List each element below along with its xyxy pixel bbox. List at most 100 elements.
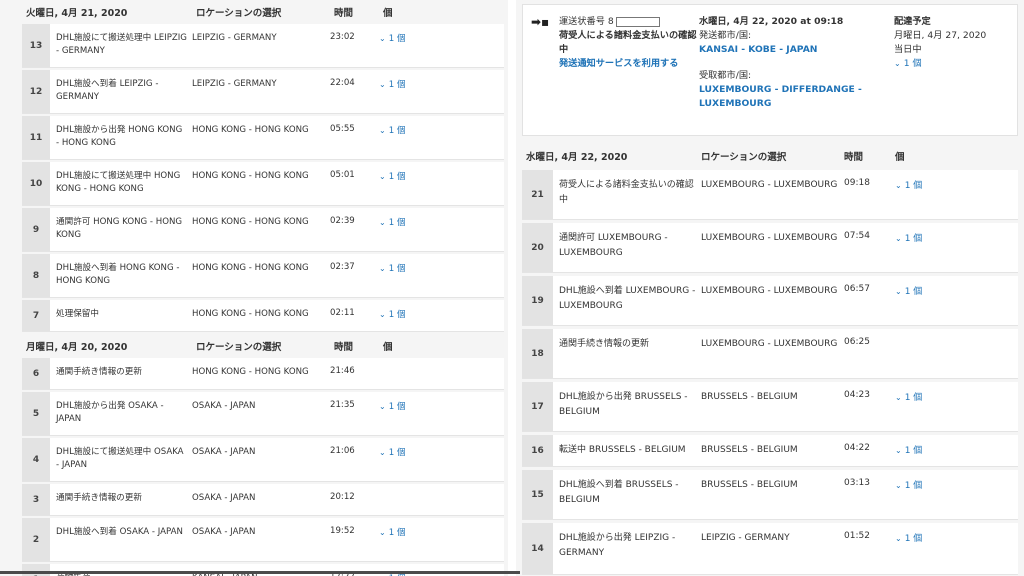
chevron-down-icon: ⌄ bbox=[895, 446, 902, 455]
chevron-down-icon: ⌄ bbox=[379, 80, 386, 89]
chevron-down-icon: ⌄ bbox=[895, 534, 902, 543]
checkpoint-location: BRUSSELS - BELGIUM bbox=[701, 480, 798, 490]
horizontal-scrollbar[interactable] bbox=[0, 571, 520, 574]
checkpoint-number: 17 bbox=[522, 382, 553, 431]
chevron-down-icon: ⌄ bbox=[379, 528, 386, 537]
checkpoint-description: DHL施設から出発 BRUSSELS - BELGIUM bbox=[559, 392, 688, 417]
eta-date: 月曜日, 4月 27, 2020 bbox=[894, 30, 987, 41]
checkpoint-time: 23:02 bbox=[330, 32, 355, 42]
pieces-toggle[interactable]: ⌄1 個 bbox=[379, 300, 504, 331]
checkpoint-number: 5 bbox=[22, 392, 50, 435]
pieces-count: 1 個 bbox=[904, 534, 923, 544]
group-header: 水曜日, 4月 22, 2020 ロケーションの選択 時間 個 bbox=[516, 142, 1024, 170]
checkpoint-row: 17 DHL施設から出発 BRUSSELS - BELGIUM BRUSSELS -… bbox=[522, 382, 1018, 432]
column-header-pieces: 個 bbox=[383, 342, 393, 353]
checkpoint-time: 21:06 bbox=[330, 446, 355, 456]
checkpoint-description: DHL施設にて搬送処理中 LEIPZIG - GERMANY bbox=[56, 33, 187, 56]
checkpoint-time: 07:54 bbox=[844, 231, 870, 241]
checkpoint-number: 20 bbox=[522, 223, 553, 272]
checkpoint-row: 13 DHL施設にて搬送処理中 LEIPZIG - GERMANY LEIPZIG … bbox=[22, 24, 504, 68]
pieces-toggle[interactable]: ⌄1 個 bbox=[379, 254, 504, 297]
checkpoint-time: 05:01 bbox=[330, 170, 355, 180]
checkpoint-time: 04:23 bbox=[844, 390, 870, 400]
column-header-time: 時間 bbox=[334, 342, 354, 353]
pieces-toggle[interactable]: ⌄1 個 bbox=[895, 170, 1018, 219]
checkpoint-time: 20:12 bbox=[330, 492, 355, 502]
chevron-down-icon: ⌄ bbox=[379, 172, 386, 181]
notify-link[interactable]: 発送通知サービスを利用する bbox=[559, 57, 699, 71]
origin-label: 発送都市/国: bbox=[699, 30, 752, 41]
column-header-location: ロケーションの選択 bbox=[701, 152, 787, 163]
chevron-down-icon: ⌄ bbox=[895, 234, 902, 243]
pieces-toggle[interactable]: ⌄1 個 bbox=[895, 435, 1018, 466]
checkpoint-location: LUXEMBOURG - LUXEMBOURG bbox=[701, 233, 838, 243]
waybill-label: 運送状番号 8 bbox=[559, 16, 614, 27]
pieces-count: 1 個 bbox=[388, 528, 406, 538]
pieces-toggle[interactable]: ⌄1 個 bbox=[895, 523, 1018, 574]
pieces-toggle[interactable]: ⌄1 個 bbox=[379, 438, 504, 481]
pieces-empty bbox=[895, 329, 1018, 378]
checkpoint-time: 17:22 bbox=[330, 564, 379, 576]
checkpoint-row: 1荷物集荷KANSAI - JAPAN17:22⌄1 個 bbox=[22, 564, 504, 576]
checkpoint-location: LUXEMBOURG - LUXEMBOURG bbox=[701, 339, 838, 349]
pieces-empty bbox=[379, 484, 504, 515]
group-date: 月曜日, 4月 20, 2020 bbox=[26, 342, 128, 353]
checkpoint-number: 19 bbox=[522, 276, 553, 325]
pieces-toggle[interactable]: ⌄1 個 bbox=[379, 564, 504, 576]
pieces-toggle[interactable]: ⌄1 個 bbox=[379, 208, 504, 251]
checkpoint-description: DHL施設にて搬送処理中 HONG KONG - HONG KONG bbox=[56, 171, 181, 194]
chevron-down-icon: ⌄ bbox=[895, 287, 902, 296]
pieces-toggle[interactable]: ⌄1 個 bbox=[895, 223, 1018, 272]
checkpoint-location: HONG KONG - HONG KONG bbox=[192, 367, 309, 377]
pieces-toggle[interactable]: ⌄1 個 bbox=[379, 518, 504, 561]
shipment-summary: ➡▪ 運送状番号 8 荷受人による諸料金支払いの確認中 発送通知サービスを利用す… bbox=[522, 4, 1018, 136]
checkpoint-row: 11 DHL施設から出発 HONG KONG - HONG KONG HONG KO… bbox=[22, 116, 504, 160]
checkpoint-location: KANSAI - JAPAN bbox=[192, 564, 330, 576]
checkpoint-location: BRUSSELS - BELGIUM bbox=[701, 445, 798, 455]
pieces-count: 1 個 bbox=[388, 218, 406, 228]
checkpoint-number: 15 bbox=[522, 470, 553, 519]
pieces-toggle[interactable]: ⌄1 個 bbox=[379, 392, 504, 435]
checkpoint-number: 21 bbox=[522, 170, 553, 219]
checkpoint-row: 20 通関許可 LUXEMBOURG - LUXEMBOURG LUXEMBOURG… bbox=[522, 223, 1018, 273]
chevron-down-icon: ⌄ bbox=[379, 34, 386, 43]
group-header: 火曜日, 4月 21, 2020 ロケーションの選択 時間 個 bbox=[0, 0, 508, 24]
checkpoint-description: DHL施設へ到着 LEIPZIG - GERMANY bbox=[56, 79, 159, 102]
pieces-toggle[interactable]: ⌄1 個 bbox=[895, 382, 1018, 431]
checkpoint-number: 11 bbox=[22, 116, 50, 159]
pieces-toggle[interactable]: ⌄1 個 bbox=[894, 57, 1009, 71]
checkpoint-description: DHL施設へ到着 BRUSSELS - BELGIUM bbox=[559, 480, 679, 505]
checkpoint-time: 22:04 bbox=[330, 78, 355, 88]
pieces-toggle[interactable]: ⌄1 個 bbox=[379, 162, 504, 205]
checkpoint-location: LEIPZIG - GERMANY bbox=[701, 533, 790, 543]
checkpoint-number: 3 bbox=[22, 484, 50, 515]
summary-datetime: 水曜日, 4月 22, 2020 at 09:18 bbox=[699, 16, 844, 27]
checkpoint-description: DHL施設から出発 LEIPZIG - GERMANY bbox=[559, 533, 676, 558]
checkpoint-number: 8 bbox=[22, 254, 50, 297]
checkpoint-description: DHL施設から出発 OSAKA - JAPAN bbox=[56, 401, 164, 424]
pieces-count: 1 個 bbox=[904, 393, 923, 403]
pieces-toggle[interactable]: ⌄1 個 bbox=[895, 470, 1018, 519]
left-tracking-panel: 火曜日, 4月 21, 2020 ロケーションの選択 時間個 13 DHL施設にて搬送処… bbox=[0, 0, 508, 576]
checkpoint-number: 4 bbox=[22, 438, 50, 481]
pieces-toggle[interactable]: ⌄1 個 bbox=[379, 116, 504, 159]
eta-label: 配達予定 bbox=[894, 16, 931, 27]
checkpoint-time: 02:37 bbox=[330, 262, 355, 272]
checkpoint-row: 15 DHL施設へ到着 BRUSSELS - BELGIUM BRUSSELS - … bbox=[522, 470, 1018, 520]
chevron-down-icon: ⌄ bbox=[379, 310, 386, 319]
checkpoint-row: 9 通関許可 HONG KONG - HONG KONG HONG KONG - H… bbox=[22, 208, 504, 252]
pieces-toggle[interactable]: ⌄1 個 bbox=[895, 276, 1018, 325]
checkpoint-number: 7 bbox=[22, 300, 50, 331]
pieces-count: 1 個 bbox=[388, 126, 406, 136]
checkpoint-row: 4 DHL施設にて搬送処理中 OSAKA - JAPAN OSAKA - JAPAN… bbox=[22, 438, 504, 482]
checkpoint-location: BRUSSELS - BELGIUM bbox=[701, 392, 798, 402]
checkpoint-number: 18 bbox=[522, 329, 553, 378]
group-header: 月曜日, 4月 20, 2020 ロケーションの選択 時間 個 bbox=[0, 334, 508, 358]
pieces-toggle[interactable]: ⌄1 個 bbox=[379, 24, 504, 67]
right-tracking-panel: ➡▪ 運送状番号 8 荷受人による諸料金支払いの確認中 発送通知サービスを利用す… bbox=[516, 0, 1024, 576]
checkpoint-row: 10 DHL施設にて搬送処理中 HONG KONG - HONG KONG HONG… bbox=[22, 162, 504, 206]
group-date: 水曜日, 4月 22, 2020 bbox=[526, 152, 628, 163]
checkpoint-row: 2 DHL施設へ到着 OSAKA - JAPAN OSAKA - JAPAN 19:5… bbox=[22, 518, 504, 562]
checkpoint-location: HONG KONG - HONG KONG bbox=[192, 171, 309, 181]
pieces-toggle[interactable]: ⌄1 個 bbox=[379, 70, 504, 113]
